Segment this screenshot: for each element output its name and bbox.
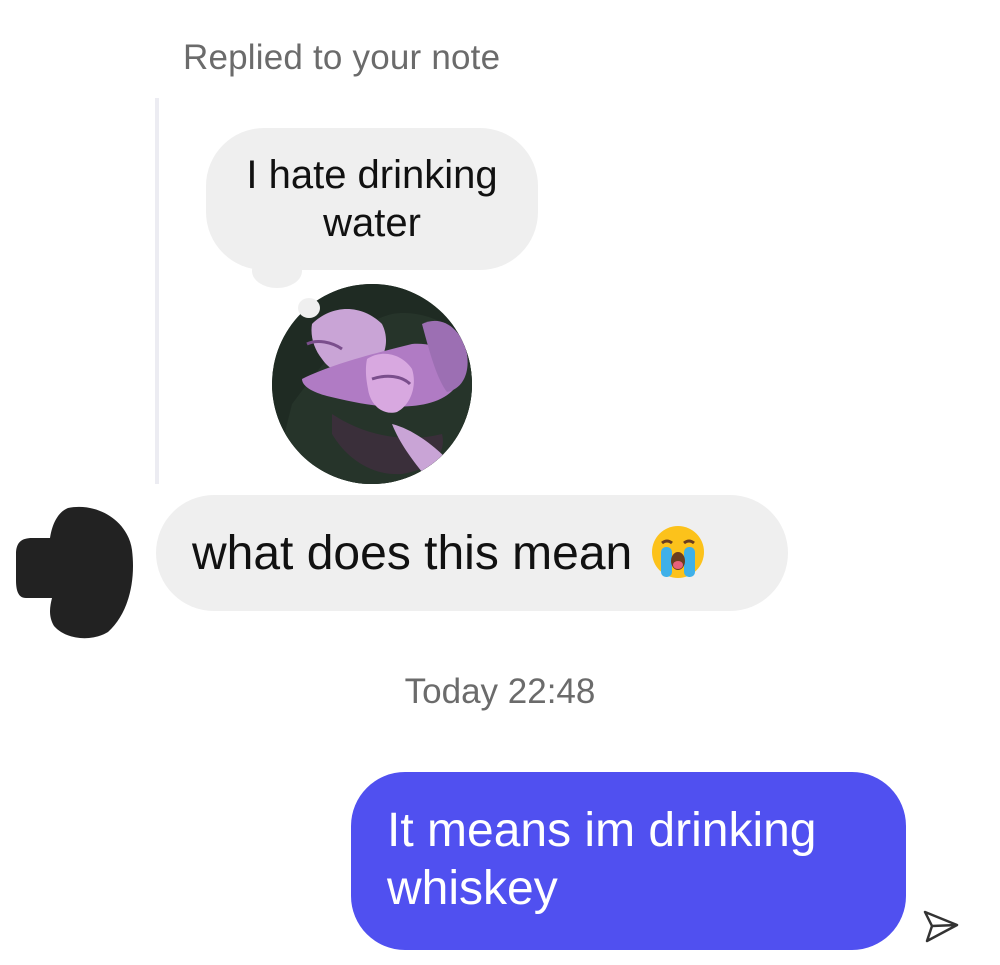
- received-message-bubble[interactable]: what does this mean: [156, 495, 788, 611]
- received-message-text: what does this mean: [192, 526, 633, 580]
- send-arrow-icon: [920, 905, 962, 947]
- sent-message-bubble[interactable]: It means im drinking whiskey: [351, 772, 906, 950]
- sent-message-text: It means im drinking whiskey: [387, 804, 817, 915]
- note-bubble[interactable]: I hate drinking water: [206, 128, 538, 270]
- sender-avatar-redacted[interactable]: [16, 502, 136, 642]
- note-bubble-tail-large: [252, 254, 302, 288]
- note-bubble-tail-small: [298, 298, 320, 318]
- reply-header: Replied to your note: [183, 38, 501, 77]
- loudly-crying-face-icon: [648, 523, 708, 583]
- reply-indicator-bar: [155, 98, 159, 484]
- note-text: I hate drinking water: [246, 153, 498, 245]
- message-timestamp: Today 22:48: [404, 672, 596, 711]
